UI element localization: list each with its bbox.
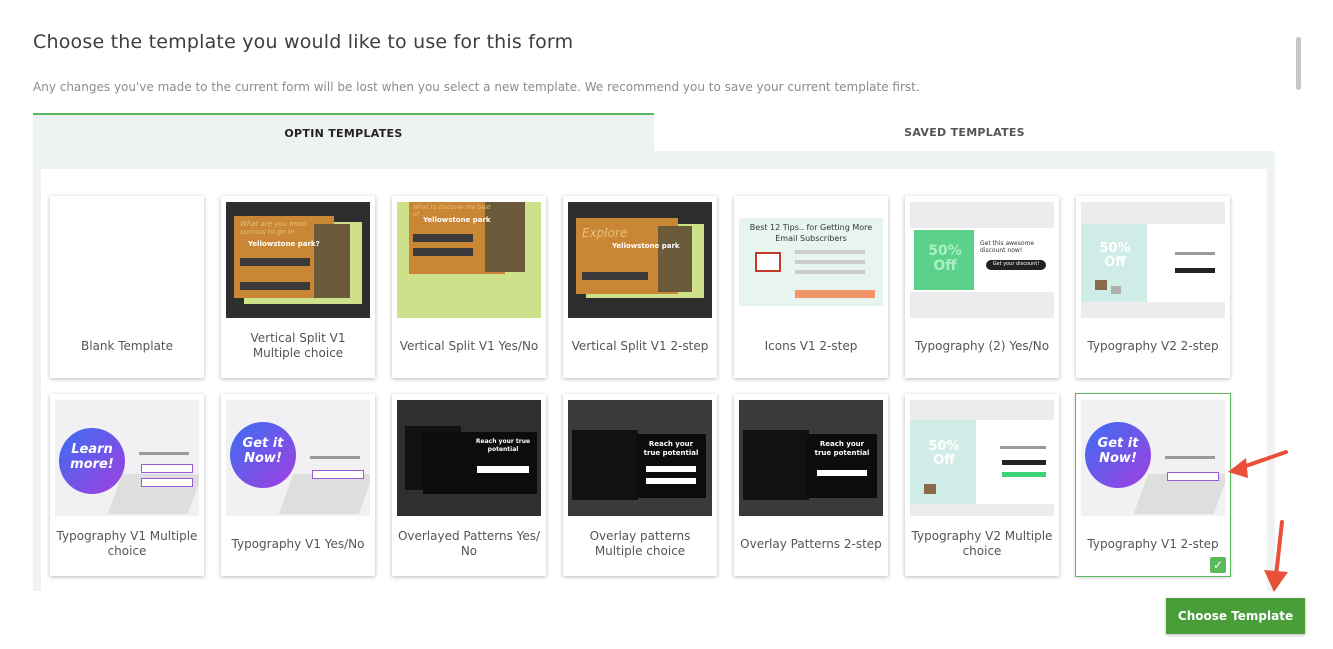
envelope-icon	[755, 252, 781, 272]
tab-optin-templates[interactable]: OPTIN TEMPLATES	[33, 113, 654, 151]
template-card-vertical-split-v1-multiple-choice[interactable]: What are you most curious to go in Yello…	[221, 196, 375, 378]
template-card-vertical-split-v1-yes-no[interactable]: What to discover the best of Yellowstone…	[392, 196, 546, 378]
template-thumbnail: Reach your true potential	[397, 400, 541, 516]
template-grid: Blank Template What are you most curious…	[41, 169, 1267, 591]
template-card-label: Vertical Split V1 2-step	[571, 338, 709, 353]
template-card-label: Overlayed Patterns Yes/ No	[397, 529, 541, 558]
page-subtitle: Any changes you've made to the current f…	[33, 80, 920, 94]
template-card-typography-v2-2-step[interactable]: 50% Off Typography V2 2-step	[1076, 196, 1230, 378]
template-card-label: Vertical Split V1 Multiple choice	[250, 331, 346, 360]
template-thumbnail: Get it Now!	[1081, 400, 1225, 516]
annotation-arrow-left-icon	[1228, 450, 1288, 478]
template-card-label: Overlay Patterns 2-step	[740, 536, 882, 551]
template-card-label: Typography (2) Yes/No	[914, 338, 1050, 353]
template-thumbnail: 50% Off Get this awesome discount now! G…	[910, 202, 1054, 318]
template-thumbnail: 50% Off	[910, 400, 1054, 516]
template-card-label: Vertical Split V1 Yes/No	[399, 338, 539, 353]
template-card-typography-v1-2-step[interactable]: Get it Now! Typography V1 2-step ✓	[1075, 393, 1231, 577]
template-thumbnail: 50% Off	[1081, 202, 1225, 318]
template-panel: Blank Template What are you most curious…	[33, 151, 1275, 591]
template-card-label: Blank Template	[80, 338, 174, 353]
template-card-label: Typography V1 2-step	[1087, 536, 1219, 551]
template-card-label: Overlay patterns Multiple choice	[589, 529, 691, 558]
page-title: Choose the template you would like to us…	[33, 31, 574, 53]
template-card-overlay-patterns-multiple-choice[interactable]: Reach your true potential Overlay patter…	[563, 394, 717, 576]
template-card-typography-2-yes-no[interactable]: 50% Off Get this awesome discount now! G…	[905, 196, 1059, 378]
tab-saved-templates[interactable]: SAVED TEMPLATES	[654, 113, 1275, 151]
choose-template-button[interactable]: Choose Template	[1166, 598, 1305, 634]
template-tabs: OPTIN TEMPLATES SAVED TEMPLATES	[33, 113, 1275, 151]
template-thumbnail: Explore Yellowstone park	[568, 202, 712, 318]
template-thumbnail: Reach your true potential	[739, 400, 883, 516]
annotation-arrow-down-icon	[1264, 520, 1288, 592]
template-thumbnail: What are you most curious to go in Yello…	[226, 202, 370, 318]
template-card-label: Typography V2 2-step	[1087, 338, 1219, 353]
template-thumbnail: Get it Now!	[226, 400, 370, 516]
template-thumbnail	[55, 202, 199, 318]
template-card-label: Typography V1 Multiple choice	[56, 529, 198, 558]
template-card-typography-v1-multiple-choice[interactable]: Learn more! Typography V1 Multiple choic…	[50, 394, 204, 576]
template-card-label: Icons V1 2-step	[764, 338, 858, 353]
template-card-vertical-split-v1-2-step[interactable]: Explore Yellowstone park Vertical Split …	[563, 196, 717, 378]
page-scrollbar[interactable]	[1296, 37, 1301, 90]
template-thumbnail: Best 12 Tips.. for Getting More Email Su…	[739, 202, 883, 318]
template-card-icons-v1-2-step[interactable]: Best 12 Tips.. for Getting More Email Su…	[734, 196, 888, 378]
template-thumbnail: Reach your true potential	[568, 400, 712, 516]
selected-check-icon: ✓	[1210, 557, 1226, 573]
template-thumbnail: What to discover the best of Yellowstone…	[397, 202, 541, 318]
template-card-label: Typography V2 Multiple choice	[911, 529, 1053, 558]
template-card-label: Typography V1 Yes/No	[231, 536, 365, 551]
template-thumbnail: Learn more!	[55, 400, 199, 516]
template-card-typography-v1-yes-no[interactable]: Get it Now! Typography V1 Yes/No	[221, 394, 375, 576]
template-card-overlayed-patterns-yes-no[interactable]: Reach your true potential Overlayed Patt…	[392, 394, 546, 576]
template-card-blank[interactable]: Blank Template	[50, 196, 204, 378]
template-card-overlay-patterns-2-step[interactable]: Reach your true potential Overlay Patter…	[734, 394, 888, 576]
template-card-typography-v2-multiple-choice[interactable]: 50% Off Typography V2 Multiple choice	[905, 394, 1059, 576]
